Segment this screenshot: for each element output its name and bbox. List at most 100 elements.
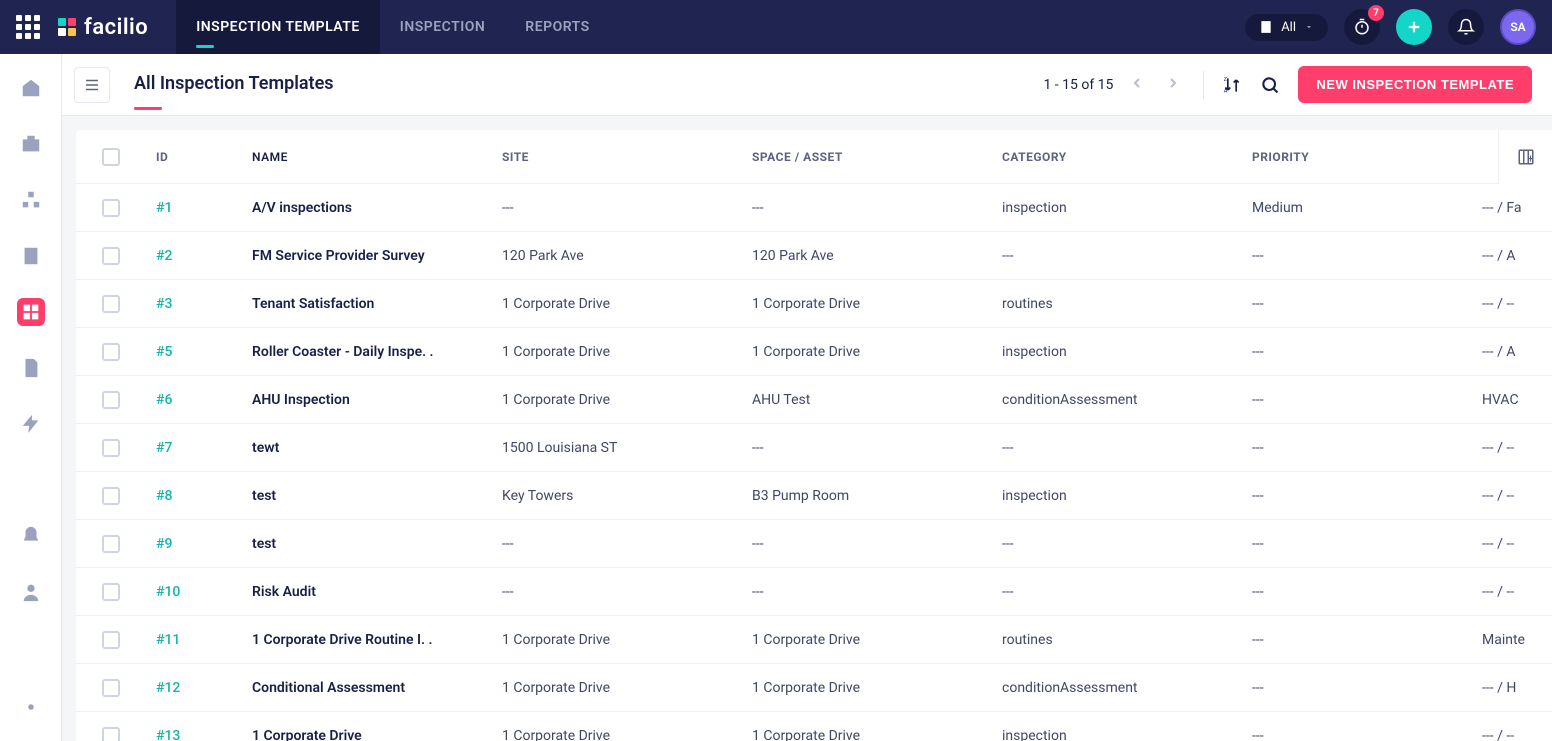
id-link[interactable]: #10 <box>156 584 180 600</box>
bell-icon <box>1457 18 1475 36</box>
row-checkbox[interactable] <box>102 247 120 265</box>
sidenav-item-maintenance[interactable] <box>17 242 45 270</box>
table-body: #1A/V inspections------inspectionMedium-… <box>76 184 1552 741</box>
id-link[interactable]: #6 <box>156 392 172 408</box>
header-space[interactable]: SPACE / ASSET <box>742 150 992 164</box>
row-space: 1 Corporate Drive <box>742 632 992 648</box>
row-category: --- <box>992 536 1242 552</box>
id-link[interactable]: #12 <box>156 680 180 696</box>
notifications-button[interactable] <box>1448 9 1484 45</box>
header-priority[interactable]: PRIORITY <box>1242 150 1472 164</box>
toggle-sidebar-button[interactable] <box>74 67 110 103</box>
row-checkbox[interactable] <box>102 631 120 649</box>
row-checkbox-cell <box>76 199 146 217</box>
id-link[interactable]: #9 <box>156 536 172 552</box>
row-category: conditionAssessment <box>992 392 1242 408</box>
apps-grid-icon[interactable] <box>16 15 40 39</box>
table-row[interactable]: #9test--------------- / -- <box>76 520 1552 568</box>
sidenav-item-home[interactable] <box>17 74 45 102</box>
column-settings-button[interactable] <box>1498 130 1552 184</box>
row-checkbox[interactable] <box>102 199 120 217</box>
search-button[interactable] <box>1260 75 1280 95</box>
sidenav-item-assets[interactable] <box>17 186 45 214</box>
row-id: #3 <box>146 296 242 312</box>
table-row[interactable]: #8testKey TowersB3 Pump Roominspection--… <box>76 472 1552 520</box>
id-link[interactable]: #5 <box>156 344 172 360</box>
notification-badge: 7 <box>1368 5 1384 21</box>
row-checkbox[interactable] <box>102 679 120 697</box>
table-row[interactable]: #131 Corporate Drive1 Corporate Drive1 C… <box>76 712 1552 741</box>
tab-inspection-template[interactable]: INSPECTION TEMPLATE <box>176 0 380 54</box>
sidenav-item-portfolio[interactable] <box>17 130 45 158</box>
row-space: 1 Corporate Drive <box>742 680 992 696</box>
sidenav-item-documents[interactable] <box>17 354 45 382</box>
header-category[interactable]: CATEGORY <box>992 150 1242 164</box>
logo-text: facilio <box>84 15 148 40</box>
scope-selector[interactable]: All <box>1245 14 1328 41</box>
row-name: test <box>242 488 492 504</box>
table-row[interactable]: #2FM Service Provider Survey120 Park Ave… <box>76 232 1552 280</box>
id-link[interactable]: #1 <box>156 200 172 216</box>
sidenav-item-settings[interactable] <box>17 693 45 721</box>
row-site: 1 Corporate Drive <box>492 296 742 312</box>
header-name[interactable]: NAME <box>242 150 492 164</box>
row-checkbox[interactable] <box>102 391 120 409</box>
row-checkbox-cell <box>76 439 146 457</box>
row-site: 1 Corporate Drive <box>492 392 742 408</box>
row-checkbox[interactable] <box>102 343 120 361</box>
row-id: #10 <box>146 584 242 600</box>
table-row[interactable]: #6AHU Inspection1 Corporate DriveAHU Tes… <box>76 376 1552 424</box>
pagination-prev[interactable] <box>1125 71 1149 99</box>
row-priority: --- <box>1242 584 1472 600</box>
table-row[interactable]: #5Roller Coaster - Daily Inspe. .1 Corpo… <box>76 328 1552 376</box>
logo[interactable]: facilio <box>56 15 148 40</box>
sidenav-item-alarms[interactable] <box>17 522 45 550</box>
row-checkbox[interactable] <box>102 727 120 741</box>
id-link[interactable]: #11 <box>156 632 180 648</box>
toolbar-right: 1 - 15 of 15 AZ NEW INSPECTION TEMPLATE <box>1043 66 1532 103</box>
row-checkbox[interactable] <box>102 487 120 505</box>
row-checkbox[interactable] <box>102 583 120 601</box>
top-nav-right: All 7 SA <box>1245 9 1536 45</box>
table-container: ID NAME SITE SPACE / ASSET CATEGORY PRIO… <box>62 116 1552 741</box>
tab-reports[interactable]: REPORTS <box>505 0 609 54</box>
sidenav-item-analytics[interactable] <box>17 466 45 494</box>
row-extra: --- / Fa <box>1472 200 1552 216</box>
pagination-next[interactable] <box>1161 71 1185 99</box>
sidenav-item-users[interactable] <box>17 578 45 606</box>
header-id[interactable]: ID <box>146 150 242 164</box>
header-site[interactable]: SITE <box>492 150 742 164</box>
id-link[interactable]: #2 <box>156 248 172 264</box>
id-link[interactable]: #3 <box>156 296 172 312</box>
id-link[interactable]: #8 <box>156 488 172 504</box>
main-content: All Inspection Templates 1 - 15 of 15 AZ <box>62 54 1552 741</box>
table-row[interactable]: #12Conditional Assessment1 Corporate Dri… <box>76 664 1552 712</box>
id-link[interactable]: #13 <box>156 728 180 741</box>
row-checkbox[interactable] <box>102 295 120 313</box>
row-checkbox[interactable] <box>102 535 120 553</box>
table-row[interactable]: #3Tenant Satisfaction1 Corporate Drive1 … <box>76 280 1552 328</box>
row-site: --- <box>492 200 742 216</box>
sort-button[interactable]: AZ <box>1222 75 1242 95</box>
select-all-checkbox[interactable] <box>102 148 120 166</box>
table-row[interactable]: #10Risk Audit--------------- / -- <box>76 568 1552 616</box>
row-category: inspection <box>992 200 1242 216</box>
table-row[interactable]: #1A/V inspections------inspectionMedium-… <box>76 184 1552 232</box>
row-priority: --- <box>1242 536 1472 552</box>
table-row[interactable]: #111 Corporate Drive Routine I. .1 Corpo… <box>76 616 1552 664</box>
add-button[interactable] <box>1396 9 1432 45</box>
tab-inspection[interactable]: INSPECTION <box>380 0 506 54</box>
new-inspection-template-button[interactable]: NEW INSPECTION TEMPLATE <box>1298 66 1532 103</box>
row-category: inspection <box>992 728 1242 741</box>
row-checkbox-cell <box>76 535 146 553</box>
id-link[interactable]: #7 <box>156 440 172 456</box>
user-avatar[interactable]: SA <box>1500 9 1536 45</box>
row-checkbox[interactable] <box>102 439 120 457</box>
timer-button[interactable]: 7 <box>1344 9 1380 45</box>
row-id: #5 <box>146 344 242 360</box>
sidenav-item-energy[interactable] <box>17 410 45 438</box>
table-row[interactable]: #7tewt1500 Louisiana ST------------ / -- <box>76 424 1552 472</box>
sidenav-item-inspection[interactable] <box>17 298 45 326</box>
row-name: A/V inspections <box>242 200 492 216</box>
row-category: routines <box>992 632 1242 648</box>
